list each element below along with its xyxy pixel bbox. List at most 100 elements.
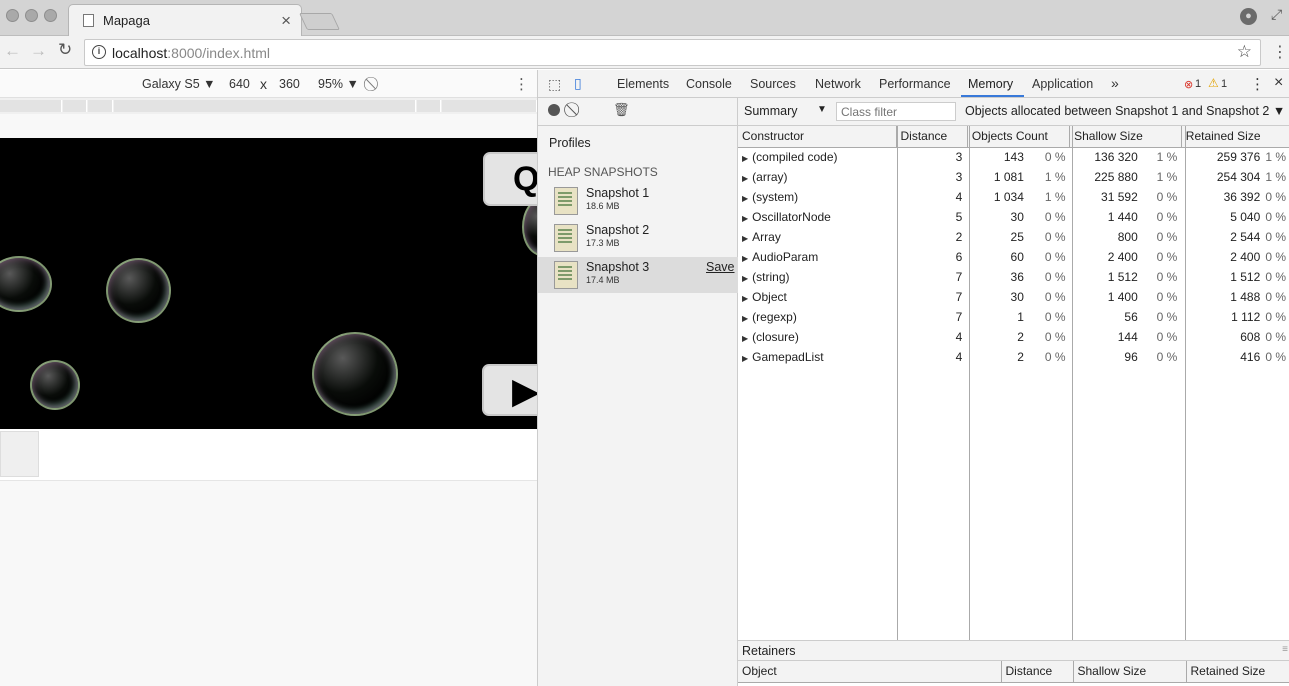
expand-triangle-icon[interactable]: ▶: [742, 314, 748, 323]
error-count[interactable]: 1: [1195, 78, 1201, 90]
table-row[interactable]: ▶ OscillatorNode 5 30 0 % 1 440 0 % 5 040 0 %: [738, 207, 1289, 227]
maximize-window-button[interactable]: [44, 9, 57, 22]
tab-title: Mapaga: [103, 13, 150, 28]
device-select[interactable]: Galaxy S5 ▼: [142, 77, 216, 91]
viewport-height[interactable]: 360: [279, 77, 300, 91]
shallow-size-percent: 0 %: [1156, 230, 1178, 244]
page-footer-area: [0, 429, 537, 481]
expand-triangle-icon[interactable]: ▶: [742, 334, 748, 343]
shallow-size-percent: 1 %: [1156, 170, 1178, 184]
snapshot-item[interactable]: Snapshot 1 18.6 MB: [538, 184, 738, 220]
view-select[interactable]: Summary: [744, 104, 797, 118]
ruler-segment[interactable]: [63, 100, 87, 112]
address-bar[interactable]: i localhost:8000/index.html ☆: [84, 39, 1261, 66]
record-icon[interactable]: [548, 104, 560, 116]
table-row[interactable]: ▶ GamepadList 4 2 0 % 96 0 % 416 0 %: [738, 347, 1289, 367]
tab-network[interactable]: Network: [815, 77, 861, 91]
browser-tab[interactable]: Mapaga ×: [68, 4, 302, 37]
table-row[interactable]: ▶ (closure) 4 2 0 % 144 0 % 608 0 %: [738, 327, 1289, 347]
expand-triangle-icon[interactable]: ▶: [742, 254, 748, 263]
minimize-window-button[interactable]: [25, 9, 38, 22]
col-retained-size[interactable]: Retained Size: [1181, 126, 1289, 148]
distance-cell: 3: [955, 170, 963, 184]
snapshot-range-select[interactable]: Objects allocated between Snapshot 1 and…: [965, 104, 1285, 118]
game-play-button[interactable]: ▶: [482, 364, 537, 416]
retainers-title: Retainers: [742, 644, 796, 658]
col-object[interactable]: Object: [738, 661, 1002, 683]
tab-performance[interactable]: Performance: [879, 77, 951, 91]
close-devtools-icon[interactable]: ×: [1274, 74, 1283, 92]
table-row[interactable]: ▶ (string) 7 36 0 % 1 512 0 % 1 512 0 %: [738, 267, 1289, 287]
expand-triangle-icon[interactable]: ▶: [742, 214, 748, 223]
col-shallow-size[interactable]: Shallow Size: [1073, 661, 1187, 683]
ruler-segment[interactable]: [417, 100, 441, 112]
table-row[interactable]: ▶ (system) 4 1 034 1 % 31 592 0 % 36 392 0 %: [738, 187, 1289, 207]
constructor-cell: ▶ (compiled code): [738, 147, 896, 167]
snapshot-item[interactable]: Snapshot 3 17.4 MB Save: [538, 257, 738, 293]
tab-application[interactable]: Application: [1032, 77, 1093, 91]
col-constructor[interactable]: Constructor: [738, 126, 897, 148]
table-row[interactable]: ▶ Object 7 30 0 % 1 400 0 % 1 488 0 %: [738, 287, 1289, 307]
game-search-button[interactable]: Q: [483, 152, 537, 206]
url-text[interactable]: localhost:8000/index.html: [112, 45, 270, 61]
inspect-element-icon[interactable]: ⬚: [548, 76, 561, 93]
reload-icon[interactable]: ↻: [58, 40, 72, 60]
objects-count-percent: 1 %: [1044, 190, 1066, 204]
col-retained-size[interactable]: Retained Size: [1186, 661, 1289, 683]
expand-triangle-icon[interactable]: ▶: [742, 194, 748, 203]
class-filter-input[interactable]: [836, 102, 956, 121]
chevron-down-icon[interactable]: ▼: [817, 104, 827, 115]
fullscreen-icon[interactable]: ⤢: [1271, 6, 1282, 23]
retained-size-percent: 1 %: [1265, 150, 1286, 165]
ruler-segment[interactable]: [0, 100, 62, 112]
tab-sources[interactable]: Sources: [750, 77, 796, 91]
table-row[interactable]: ▶ (compiled code) 3 143 0 % 136 320 1 % 259 376…: [738, 147, 1289, 167]
col-objects-count[interactable]: Objects Count: [967, 126, 1071, 148]
profile-icon[interactable]: ●: [1240, 8, 1257, 25]
drag-handle-icon[interactable]: ≡: [1282, 644, 1288, 655]
zoom-select[interactable]: 95% ▼: [318, 77, 359, 91]
device-menu-icon[interactable]: ⋮: [514, 75, 529, 93]
table-row[interactable]: ▶ (array) 3 1 081 1 % 225 880 1 % 254 304 1 %: [738, 167, 1289, 187]
back-icon[interactable]: ←: [4, 41, 21, 61]
bookmark-star-icon[interactable]: ☆: [1237, 42, 1252, 62]
close-window-button[interactable]: [6, 9, 19, 22]
warning-count[interactable]: 1: [1221, 78, 1227, 90]
viewport-width[interactable]: 640: [229, 77, 250, 91]
expand-triangle-icon[interactable]: ▶: [742, 154, 748, 163]
heap-summary-panel: Summary ▼ Objects allocated between Snap…: [738, 98, 1289, 686]
expand-triangle-icon[interactable]: ▶: [742, 354, 748, 363]
trash-icon[interactable]: 🗑: [613, 102, 630, 118]
save-snapshot-link[interactable]: Save: [706, 260, 735, 274]
retained-size-cell: 1 488: [1230, 290, 1261, 304]
ruler-segment[interactable]: [442, 100, 537, 112]
col-distance[interactable]: Distance: [1001, 661, 1074, 683]
tab-memory[interactable]: Memory: [968, 77, 1013, 91]
retainers-header[interactable]: Retainers ≡: [738, 640, 1289, 661]
tab-elements[interactable]: Elements: [617, 77, 669, 91]
expand-triangle-icon[interactable]: ▶: [742, 234, 748, 243]
col-distance[interactable]: Distance: [896, 126, 968, 148]
table-row[interactable]: ▶ AudioParam 6 60 0 % 2 400 0 % 2 400 0 %: [738, 247, 1289, 267]
tab-close-icon[interactable]: ×: [281, 11, 291, 31]
snapshot-item[interactable]: Snapshot 2 17.3 MB: [538, 221, 738, 257]
ruler-segment[interactable]: [114, 100, 416, 112]
game-canvas[interactable]: Q ▶: [0, 138, 537, 429]
info-icon[interactable]: i: [92, 45, 106, 59]
expand-triangle-icon[interactable]: ▶: [742, 294, 748, 303]
devtools-menu-icon[interactable]: ⋮: [1250, 75, 1265, 93]
table-row[interactable]: ▶ (regexp) 7 1 0 % 56 0 % 1 112 0 %: [738, 307, 1289, 327]
shallow-size-percent: 0 %: [1156, 210, 1178, 224]
expand-triangle-icon[interactable]: ▶: [742, 174, 748, 183]
device-mode-icon[interactable]: ▯: [574, 75, 582, 92]
forward-icon[interactable]: →: [30, 41, 47, 61]
tab-console[interactable]: Console: [686, 77, 732, 91]
more-tabs-icon[interactable]: »: [1111, 75, 1119, 91]
objects-count-percent: 0 %: [1044, 350, 1066, 364]
browser-menu-icon[interactable]: ⋮: [1272, 42, 1288, 62]
ruler-segment[interactable]: [88, 100, 113, 112]
expand-triangle-icon[interactable]: ▶: [742, 274, 748, 283]
col-shallow-size[interactable]: Shallow Size: [1069, 126, 1182, 148]
table-row[interactable]: ▶ Array 2 25 0 % 800 0 % 2 544 0 %: [738, 227, 1289, 247]
new-tab-button[interactable]: [299, 13, 340, 30]
